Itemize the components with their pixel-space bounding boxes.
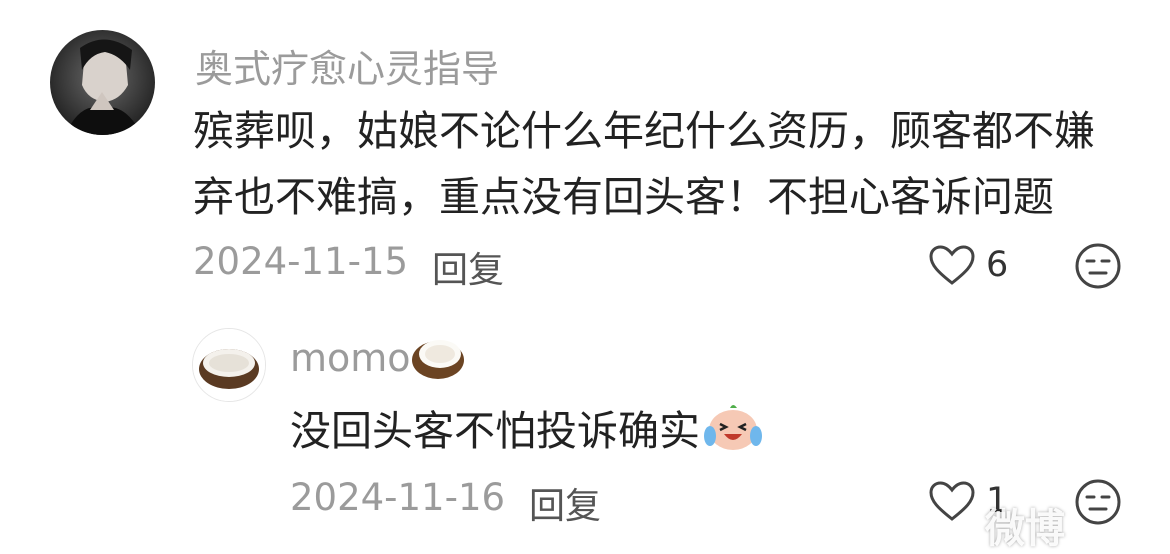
watermark: 微博 [985,506,1065,552]
reply-username[interactable]: momo [290,336,411,380]
heart-outline-icon[interactable] [928,244,976,286]
reply-text: 没回头客不怕投诉确实 [290,407,700,455]
meh-face-icon[interactable] [1074,242,1122,290]
comment-date: 2024-11-15 [193,240,409,283]
comment-username[interactable]: 奥式疗愈心灵指导 [195,38,499,93]
comment-reply-button[interactable]: 回复 [432,241,504,293]
reply-avatar[interactable] [192,328,266,402]
avatar[interactable] [50,30,155,135]
reply-reply-button[interactable]: 回复 [529,477,601,529]
coconut-icon [410,330,466,382]
reply-username-text: momo [290,336,411,380]
meh-face-icon[interactable] [1074,478,1122,526]
comment-text-line2: 弃也不难搞，重点没有回头客！不担心客诉问题 [193,173,1054,221]
comment-like-count: 6 [986,245,1009,285]
heart-outline-icon[interactable] [928,480,976,522]
reply-date: 2024-11-16 [290,476,506,519]
comment-text-line1: 殡葬呗，姑娘不论什么年纪什么资历，顾客都不嫌 [193,107,1095,155]
laughing-crying-face-icon [704,400,762,452]
